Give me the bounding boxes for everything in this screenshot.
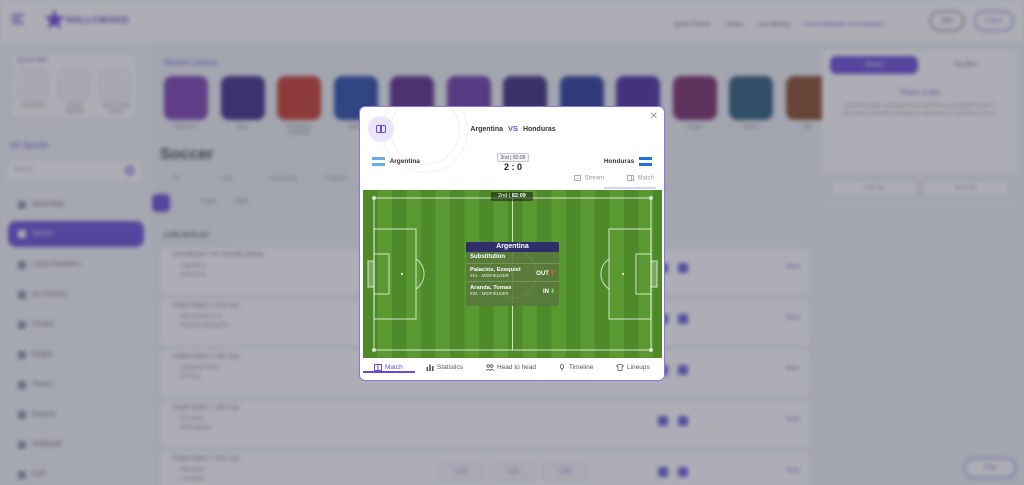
close-icon[interactable]: ✕: [650, 111, 658, 122]
away-team-name: Honduras: [603, 158, 635, 166]
match-pitch: 2nd | 82:09 Argentina Substitution Palac…: [363, 190, 662, 358]
match-view-tab-label: Match: [637, 175, 654, 182]
tab-statistics-label: Statistics: [437, 364, 464, 372]
event-type: Substitution: [470, 254, 505, 260]
tab-timeline-label: Timeline: [569, 364, 594, 372]
out-tag: OUT⬆: [536, 270, 555, 277]
player-out-row: Palacios, Exequiel #14 · MIDFIELDER OUT⬆: [466, 263, 559, 281]
pitch-icon: [374, 364, 382, 371]
tab-statistics[interactable]: Statistics: [426, 364, 463, 378]
pitch-clock: 2nd | 82:09: [491, 192, 533, 201]
player-in-row: Aranda, Tomas #32 · MIDFIELDER IN⬇: [466, 281, 559, 299]
players-icon: [486, 364, 494, 371]
tab-lineups-label: Lineups: [627, 364, 650, 372]
match-tracker-modal: ✕ Argentina VS Honduras Argentina 2nd | …: [359, 106, 665, 381]
stream-tab-label: Stream: [584, 175, 604, 182]
event-card: Argentina Substitution Palacios, Exequie…: [466, 242, 559, 306]
arrow-in-icon: ⬇: [549, 289, 555, 295]
match-score: 2 : 0: [503, 162, 522, 172]
pitch-clock-period: 2nd: [498, 193, 508, 199]
match-view-tab[interactable]: Match: [626, 175, 654, 182]
vs-label: VS: [507, 124, 518, 133]
match-clock: 2nd | 82:09: [497, 153, 529, 162]
tab-head-to-head-label: Head to head: [497, 364, 537, 372]
away-team: Honduras: [604, 157, 652, 166]
tab-head-to-head[interactable]: Head to head: [486, 364, 536, 378]
pitch-clock-time: 82:09: [511, 193, 526, 199]
play-icon: [573, 175, 581, 181]
pitch-icon: [626, 175, 634, 181]
home-team-title: Argentina: [470, 126, 504, 133]
home-team-name: Argentina: [389, 158, 420, 166]
in-tag-label: IN: [542, 289, 549, 295]
out-tag-label: OUT: [536, 271, 549, 277]
tab-timeline[interactable]: Timeline: [558, 364, 593, 378]
honduras-flag-icon: [639, 157, 652, 166]
arrow-out-icon: ⬆: [549, 271, 555, 277]
in-tag: IN⬇: [543, 288, 555, 295]
away-team-title: Honduras: [522, 126, 556, 133]
bar-chart-icon: [426, 364, 434, 371]
home-team: Argentina: [372, 157, 420, 166]
argentina-flag-icon: [372, 157, 385, 166]
tab-lineups[interactable]: Lineups: [616, 364, 650, 378]
shirt-icon: [616, 364, 624, 371]
active-tab-indicator: [363, 371, 415, 373]
media-tab-indicator: [604, 187, 656, 189]
stream-tab[interactable]: Stream: [573, 175, 604, 182]
whistle-icon: [560, 364, 564, 371]
event-team: Argentina: [466, 242, 559, 252]
modal-tabs: Match Statistics Head to head Timeline L…: [360, 358, 664, 380]
match-title: Argentina VS Honduras: [360, 124, 664, 133]
